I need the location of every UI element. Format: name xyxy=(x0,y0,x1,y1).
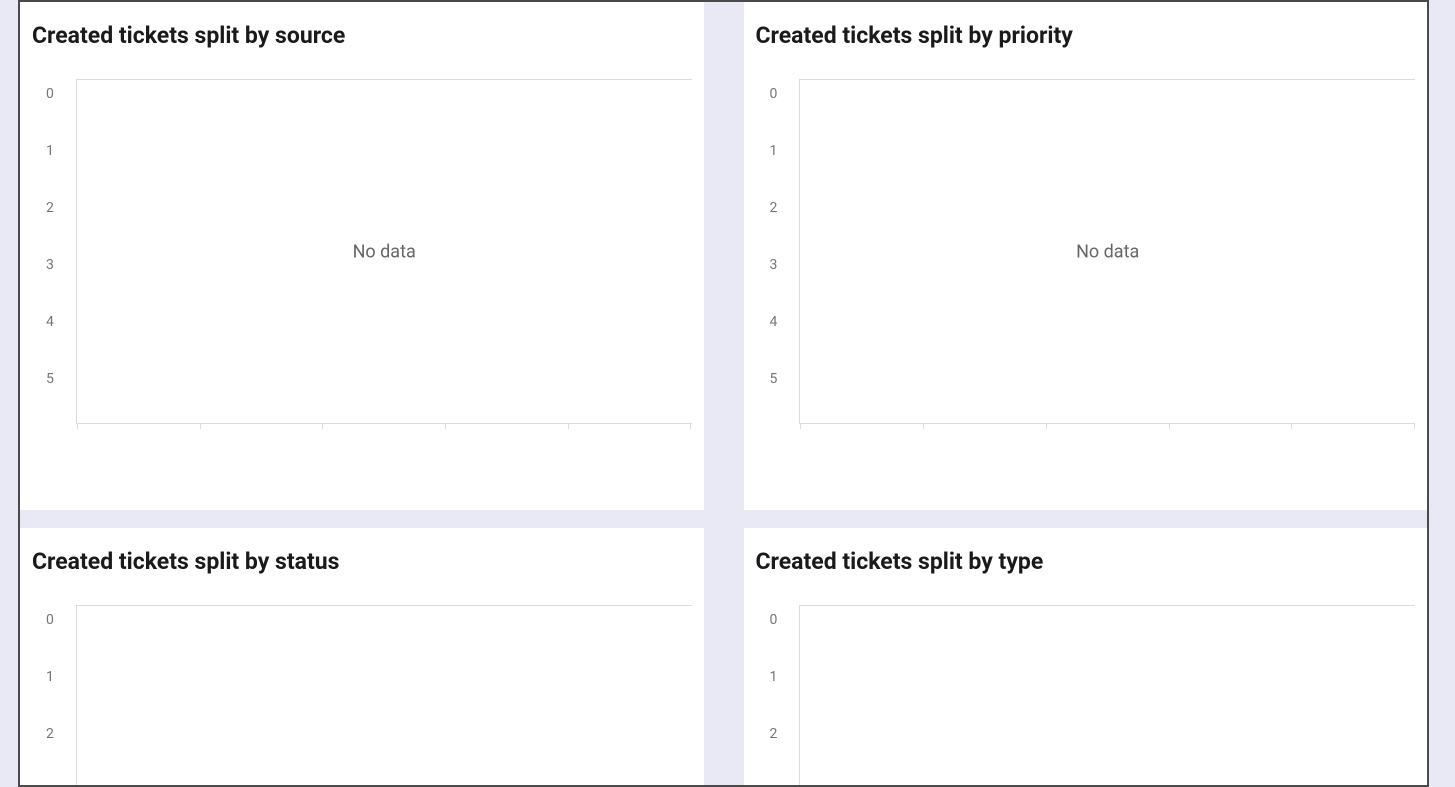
chart-area-priority: 0 1 2 3 4 5 No data xyxy=(756,87,1416,498)
y-axis-priority: 0 1 2 3 4 5 xyxy=(756,87,800,498)
plot-region-status xyxy=(76,605,692,785)
panel-title-status: Created tickets split by status xyxy=(32,548,692,575)
y-tick: 2 xyxy=(770,201,778,216)
panel-title-priority: Created tickets split by priority xyxy=(756,22,1416,49)
x-tick xyxy=(322,423,323,429)
y-tick: 2 xyxy=(46,727,54,742)
plot-region-source: No data xyxy=(76,79,692,424)
y-tick: 5 xyxy=(770,372,778,387)
y-tick: 5 xyxy=(46,372,54,387)
dashboard-container: Created tickets split by source 0 1 2 3 … xyxy=(18,0,1429,787)
x-tick xyxy=(568,423,569,429)
x-tick xyxy=(200,423,201,429)
panel-type: Created tickets split by type 0 1 2 xyxy=(744,528,1428,785)
y-tick: 0 xyxy=(770,613,778,628)
x-tick xyxy=(1414,423,1415,429)
panel-status: Created tickets split by status 0 1 2 xyxy=(20,528,704,785)
x-tick xyxy=(800,423,801,429)
y-tick: 3 xyxy=(46,258,54,273)
y-tick: 1 xyxy=(770,144,778,159)
y-tick: 4 xyxy=(46,315,54,330)
chart-area-status: 0 1 2 xyxy=(32,613,692,785)
no-data-label: No data xyxy=(1076,241,1139,262)
y-axis-source: 0 1 2 3 4 5 xyxy=(32,87,76,498)
x-tick xyxy=(1291,423,1292,429)
chart-area-source: 0 1 2 3 4 5 No data xyxy=(32,87,692,498)
y-tick: 1 xyxy=(46,144,54,159)
panel-priority: Created tickets split by priority 0 1 2 … xyxy=(744,2,1428,510)
panel-title-type: Created tickets split by type xyxy=(756,548,1416,575)
y-tick: 1 xyxy=(46,670,54,685)
dashboard-grid: Created tickets split by source 0 1 2 3 … xyxy=(20,2,1427,785)
plot-region-type xyxy=(799,605,1415,785)
y-tick: 0 xyxy=(46,613,54,628)
y-axis-type: 0 1 2 xyxy=(756,613,800,785)
y-tick: 2 xyxy=(46,201,54,216)
panel-source: Created tickets split by source 0 1 2 3 … xyxy=(20,2,704,510)
x-axis-ticks xyxy=(800,423,1415,429)
y-tick: 3 xyxy=(770,258,778,273)
x-axis-ticks xyxy=(77,423,692,429)
y-tick: 2 xyxy=(770,727,778,742)
y-tick: 1 xyxy=(770,670,778,685)
chart-area-type: 0 1 2 xyxy=(756,613,1416,785)
no-data-label: No data xyxy=(353,241,416,262)
plot-region-priority: No data xyxy=(799,79,1415,424)
x-tick xyxy=(923,423,924,429)
y-axis-status: 0 1 2 xyxy=(32,613,76,785)
x-tick xyxy=(1169,423,1170,429)
y-tick: 4 xyxy=(770,315,778,330)
y-tick: 0 xyxy=(46,87,54,102)
x-tick xyxy=(690,423,691,429)
x-tick xyxy=(77,423,78,429)
y-tick: 0 xyxy=(770,87,778,102)
panel-title-source: Created tickets split by source xyxy=(32,22,692,49)
x-tick xyxy=(1046,423,1047,429)
x-tick xyxy=(445,423,446,429)
